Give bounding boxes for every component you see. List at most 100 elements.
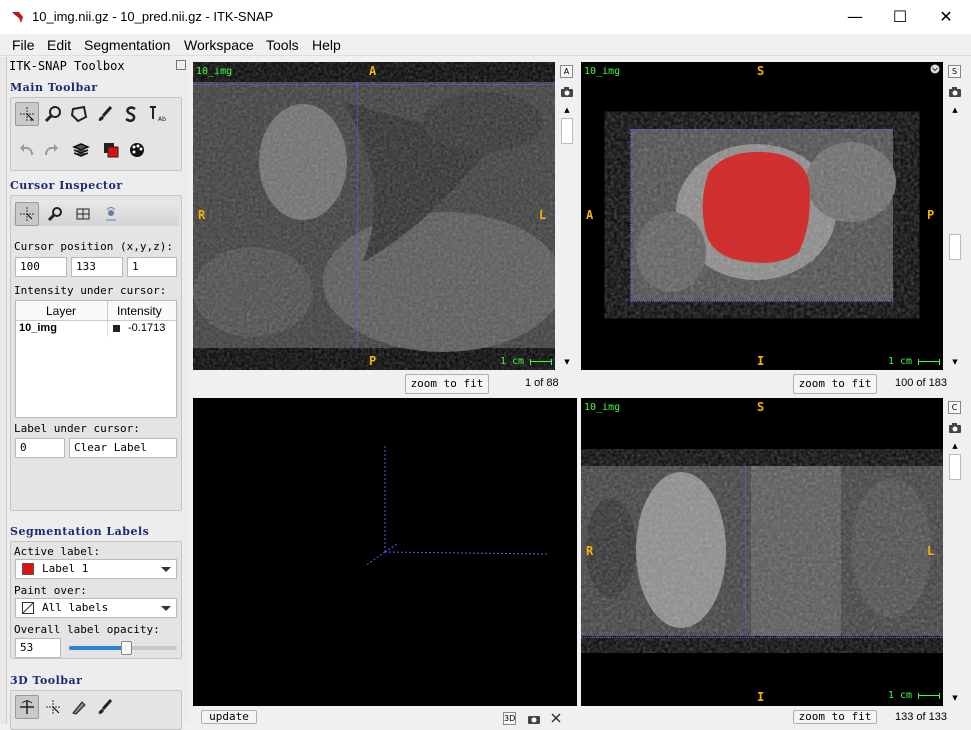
scale-bar <box>530 359 552 365</box>
scroll-thumb[interactable] <box>949 234 961 260</box>
scroll-up-icon[interactable]: ▲ <box>948 106 962 116</box>
zoom-tool-icon[interactable] <box>41 102 65 126</box>
label-name-field[interactable]: Clear Label <box>69 438 177 458</box>
layers-icon[interactable] <box>69 138 93 162</box>
camera-icon[interactable] <box>527 713 541 724</box>
cursor-z-field[interactable]: 1 <box>127 257 177 277</box>
segmentation-labels-title: Segmentation Labels <box>10 525 150 538</box>
svg-text:Ab: Ab <box>158 116 166 123</box>
table-row[interactable]: 10_img -0.1713 <box>16 321 176 337</box>
orientation-right: L <box>927 544 935 558</box>
camera-icon[interactable] <box>948 86 962 98</box>
inspector-crosshair-icon[interactable] <box>15 202 39 226</box>
active-label-dropdown[interactable]: Label 1 <box>15 559 177 579</box>
intensity-table[interactable]: Layer Intensity 10_img -0.1713 <box>15 300 177 418</box>
undock-icon[interactable] <box>176 60 186 70</box>
crosshair-tool-icon[interactable] <box>15 102 39 126</box>
title-bar: 10_img.nii.gz - 10_pred.nii.gz - ITK-SNA… <box>0 0 971 34</box>
axial-slice-scrollbar[interactable]: ▲ ▼ <box>560 106 574 370</box>
paintbrush-tool-icon[interactable] <box>93 102 117 126</box>
camera-icon[interactable] <box>560 86 574 98</box>
inspector-zoom-icon[interactable] <box>43 202 67 226</box>
coronal-slice-scrollbar[interactable]: ▲ ▼ <box>948 442 962 706</box>
redo-icon[interactable] <box>39 138 63 162</box>
orientation-top: S <box>757 400 765 414</box>
palette-icon[interactable] <box>125 138 149 162</box>
axial-zoom-to-fit-button[interactable]: zoom to fit <box>405 374 489 394</box>
row-intensity-value: -0.1713 <box>128 322 166 334</box>
coronal-view-toggle[interactable]: C <box>948 401 961 414</box>
label-editor-icon[interactable] <box>99 138 123 162</box>
opacity-slider-fill <box>69 646 127 650</box>
update-3d-button[interactable]: update <box>201 710 257 724</box>
menu-tools[interactable]: Tools <box>266 37 299 53</box>
menu-file[interactable]: File <box>12 37 35 53</box>
maximize-button[interactable]: ☐ <box>877 4 923 30</box>
sagittal-slice-image <box>631 129 896 301</box>
menu-bar: File Edit Segmentation Workspace Tools H… <box>0 34 971 56</box>
orientation-right: P <box>927 208 935 222</box>
3d-toolbar-panel <box>10 690 182 730</box>
sagittal-view-toggle[interactable]: S <box>948 65 961 78</box>
opacity-slider-handle[interactable] <box>121 641 133 655</box>
paint-over-dropdown[interactable]: All labels <box>15 598 177 618</box>
orientation-left: R <box>586 544 594 558</box>
menu-help[interactable]: Help <box>312 37 341 53</box>
cursor-y-field[interactable]: 133 <box>71 257 123 277</box>
3d-rotate-tool-icon[interactable] <box>15 695 39 719</box>
crosshair-horizontal <box>631 129 893 130</box>
cursor-x-field[interactable]: 100 <box>15 257 67 277</box>
scroll-thumb[interactable] <box>949 454 961 480</box>
close-button[interactable]: ✕ <box>923 4 969 30</box>
sagittal-zoom-to-fit-button[interactable]: zoom to fit <box>793 374 877 394</box>
menu-edit[interactable]: Edit <box>47 37 71 53</box>
close-icon[interactable] <box>551 713 561 723</box>
3d-render-view[interactable] <box>193 398 577 706</box>
3d-crosshair-tool-icon[interactable] <box>41 695 65 719</box>
annotation-tool-icon[interactable]: Ab <box>145 102 169 126</box>
chevron-down-icon <box>161 567 171 572</box>
column-layer[interactable]: Layer <box>46 304 76 318</box>
axial-slice-count: 1 of 88 <box>525 377 559 389</box>
sagittal-slice-count: 100 of 183 <box>895 377 947 389</box>
camera-icon[interactable] <box>948 422 962 434</box>
column-divider <box>107 301 108 321</box>
coronal-slice-image <box>581 466 943 636</box>
axial-view-toggle[interactable]: A <box>560 65 573 78</box>
scroll-thumb[interactable] <box>561 118 573 144</box>
minimize-button[interactable]: — <box>832 4 878 30</box>
sagittal-slice-scrollbar[interactable]: ▲ ▼ <box>948 106 962 370</box>
axial-view[interactable]: 10_img A P R L 1 cm <box>193 62 555 370</box>
orientation-bottom: P <box>369 354 377 368</box>
3d-spray-tool-icon[interactable] <box>93 695 117 719</box>
scroll-up-icon[interactable]: ▲ <box>560 106 574 116</box>
menu-workspace[interactable]: Workspace <box>184 37 254 53</box>
opacity-slider-track[interactable] <box>69 641 177 655</box>
label-under-cursor-label: Label under cursor: <box>14 422 140 435</box>
scroll-down-icon[interactable]: ▼ <box>948 358 962 368</box>
scroll-up-icon[interactable]: ▲ <box>948 442 962 452</box>
snake-tool-icon[interactable] <box>119 102 143 126</box>
3d-scalpel-tool-icon[interactable] <box>67 695 91 719</box>
sagittal-view[interactable]: 10_img S I A P 1 cm <box>581 62 943 370</box>
cursor-inspector-panel: Cursor position (x,y,z): 100 133 1 Inten… <box>10 195 182 511</box>
coronal-slice-count: 133 of 133 <box>895 711 947 723</box>
orientation-right: L <box>539 208 547 222</box>
crosshair-horizontal-bottom <box>631 301 893 302</box>
coronal-view[interactable]: 10_img S I R L 1 cm <box>581 398 943 706</box>
3d-view-toggle[interactable]: 3D <box>503 712 516 725</box>
inspector-grid-icon[interactable] <box>71 202 95 226</box>
scroll-down-icon[interactable]: ▼ <box>560 358 574 368</box>
menu-segmentation[interactable]: Segmentation <box>84 37 170 53</box>
column-intensity[interactable]: Intensity <box>117 304 162 318</box>
opacity-value-field[interactable]: 53 <box>15 638 61 658</box>
active-label-swatch <box>22 563 34 575</box>
undo-icon[interactable] <box>15 138 39 162</box>
view-menu-icon[interactable] <box>930 64 940 74</box>
active-label-text: Label 1 <box>42 562 89 575</box>
scroll-down-icon[interactable]: ▼ <box>948 694 962 704</box>
polygon-tool-icon[interactable] <box>67 102 91 126</box>
inspector-sync-icon[interactable] <box>99 202 123 226</box>
label-id-field[interactable]: 0 <box>15 438 65 458</box>
coronal-zoom-to-fit-button[interactable]: zoom to fit <box>793 710 877 724</box>
